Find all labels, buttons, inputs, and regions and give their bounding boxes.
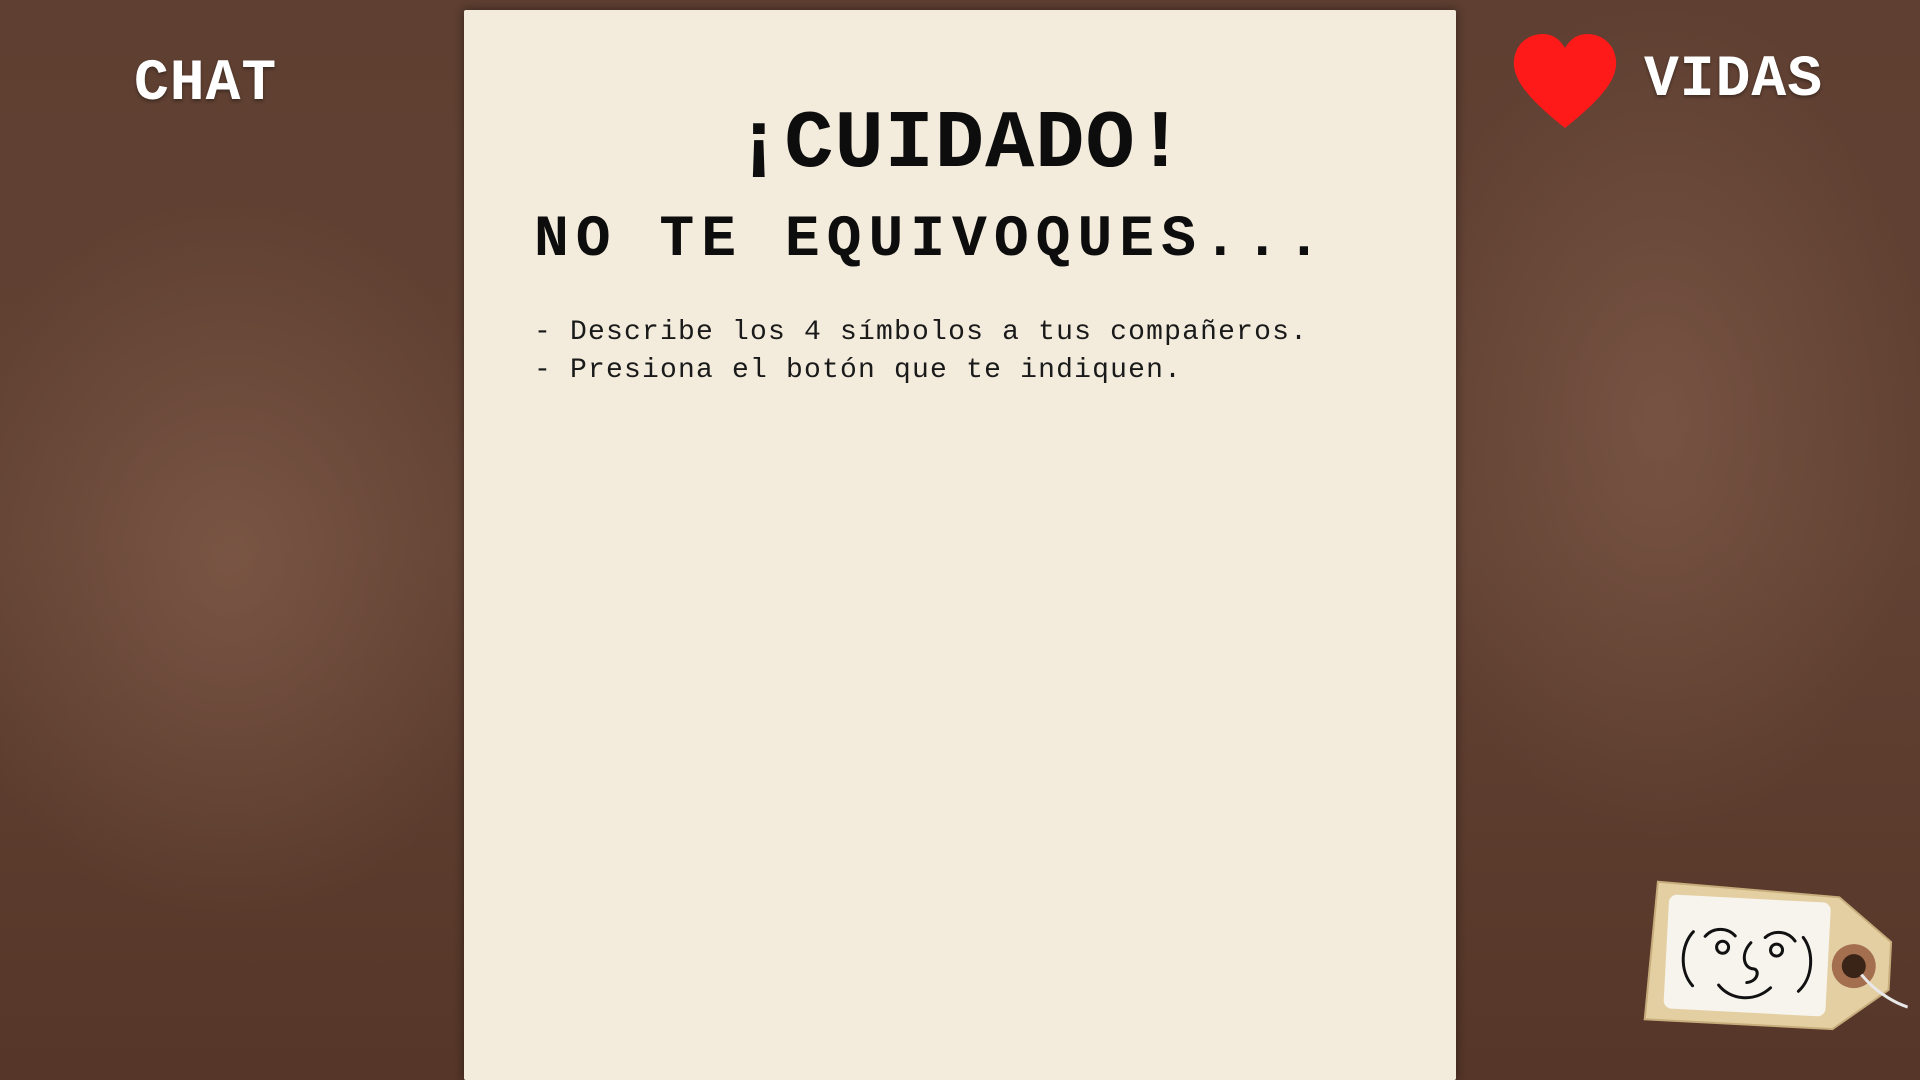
chat-button[interactable]: CHAT: [134, 52, 277, 117]
instruction-list: - Describe los 4 símbolos a tus compañer…: [534, 314, 1308, 390]
instruction-item: - Describe los 4 símbolos a tus compañer…: [534, 317, 1309, 348]
lives-label: VIDAS: [1644, 48, 1824, 113]
heart-icon: [1513, 34, 1617, 128]
lenny-face-tag-button[interactable]: [1636, 873, 1914, 1047]
page-title: ¡CUIDADO!: [734, 98, 1186, 191]
instruction-paper: ¡CUIDADO! NO TE EQUIVOQUES... - Describe…: [464, 10, 1456, 1080]
instruction-item: - Presiona el botón que te indiquen.: [534, 355, 1183, 386]
page-subtitle: NO TE EQUIVOQUES...: [534, 208, 1329, 273]
